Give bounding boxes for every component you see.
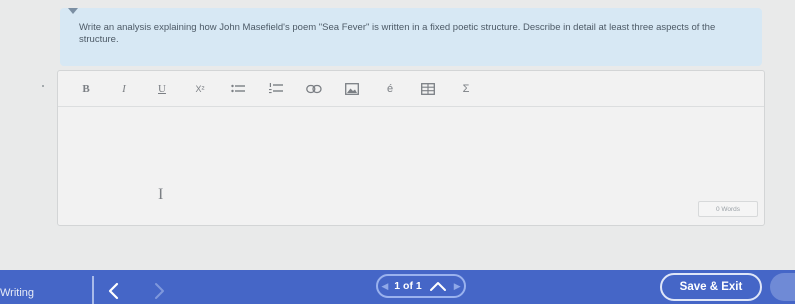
section-label: Writing	[0, 287, 35, 299]
next-button[interactable]	[770, 273, 795, 301]
bulleted-list-icon[interactable]	[228, 79, 248, 99]
save-exit-button[interactable]: Save & Exit	[660, 273, 762, 301]
bottom-navigation-bar: Writing ◀ 1 of 1 ▶ Save & Exit	[0, 270, 795, 304]
collapse-caret-icon[interactable]	[68, 8, 78, 14]
pager-text: 1 of 1	[394, 280, 422, 292]
italic-button[interactable]: I	[114, 79, 134, 99]
margin-dot	[42, 85, 44, 87]
previous-arrow-icon[interactable]	[104, 282, 124, 302]
special-character-button[interactable]: é	[380, 79, 400, 99]
table-icon[interactable]	[418, 79, 438, 99]
word-count: 0 Words	[698, 201, 758, 217]
response-editor[interactable]: B I U X² é Σ I 0 Words	[57, 70, 765, 226]
prompt-box: Write an analysis explaining how John Ma…	[60, 8, 762, 66]
numbered-list-icon[interactable]	[266, 79, 286, 99]
text-cursor-icon: I	[158, 186, 164, 203]
superscript-button[interactable]: X²	[190, 79, 210, 99]
link-icon[interactable]	[304, 79, 324, 99]
pager-prev-icon[interactable]: ◀	[381, 281, 388, 292]
pager-next-icon[interactable]: ▶	[454, 281, 461, 292]
page: Write an analysis explaining how John Ma…	[0, 0, 795, 304]
underline-button[interactable]: U	[152, 79, 172, 99]
bold-button[interactable]: B	[76, 79, 96, 99]
question-pager[interactable]: ◀ 1 of 1 ▶	[376, 274, 466, 298]
editor-toolbar: B I U X² é Σ	[58, 71, 764, 107]
image-icon[interactable]	[342, 79, 362, 99]
next-arrow-icon[interactable]	[150, 282, 170, 302]
equation-button[interactable]: Σ	[456, 79, 476, 99]
bar-divider	[92, 276, 94, 304]
editor-text-area[interactable]: I 0 Words	[58, 107, 764, 225]
chevron-up-icon[interactable]	[428, 280, 448, 292]
prompt-text: Write an analysis explaining how John Ma…	[79, 22, 716, 45]
